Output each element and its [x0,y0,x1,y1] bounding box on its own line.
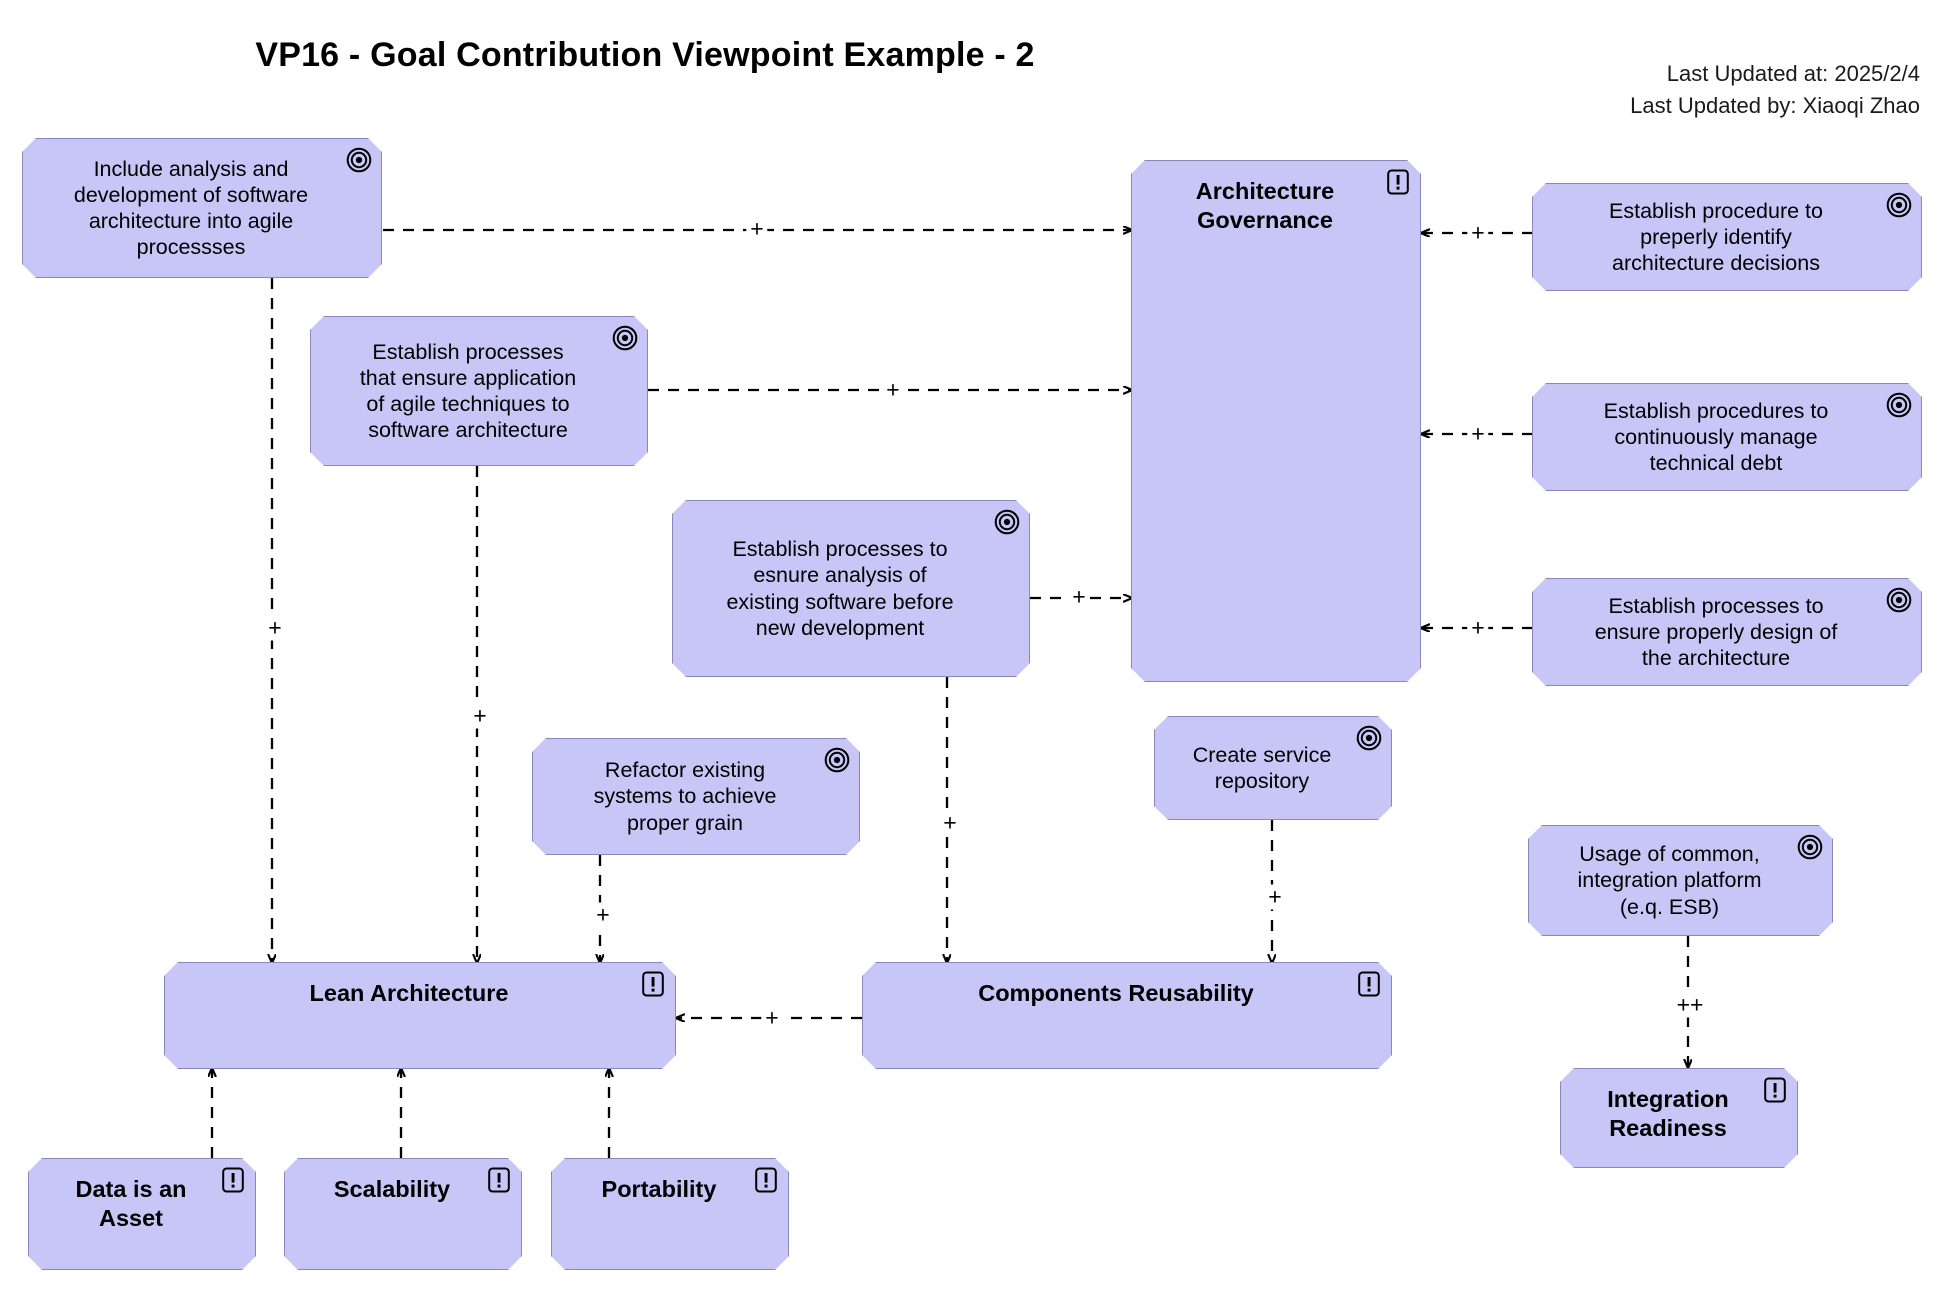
node-label: Refactor existing systems to achieve pro… [593,758,777,835]
node-components-reusability[interactable]: Components Reusability [862,962,1392,1069]
connector-label-c11: + [1264,884,1286,910]
node-usage-common-platform[interactable]: Usage of common, integration platform (e… [1528,825,1833,936]
node-establish-analysis-existing[interactable]: Establish processes to esnure analysis o… [672,500,1030,677]
principle-icon [1356,971,1382,997]
goal-icon [824,747,850,773]
node-lean-architecture[interactable]: Lean Architecture [164,962,676,1069]
connector-label-c9: + [592,902,614,928]
last-updated-by: Last Updated by: Xiaoqi Zhao [1630,92,1920,118]
diagram-canvas: VP16 - Goal Contribution Viewpoint Examp… [0,0,1946,1302]
node-label: Scalability [333,1176,451,1202]
goal-icon [1356,725,1382,751]
principle-icon [220,1167,246,1193]
node-scalability[interactable]: Scalability [284,1158,522,1270]
node-include-analysis[interactable]: Include analysis and development of soft… [22,138,382,278]
goal-icon [346,147,372,173]
node-manage-technical-debt[interactable]: Establish procedures to continuously man… [1532,383,1922,491]
connector-label-c6: + [1467,615,1489,641]
page-title: VP16 - Goal Contribution Viewpoint Examp… [255,36,1035,74]
principle-icon [1385,169,1411,195]
goal-icon [1886,587,1912,613]
node-label: Establish processes that ensure applicat… [359,339,577,443]
connector-label-c4: + [1467,220,1489,246]
connector-label-c1: + [746,216,768,242]
node-create-service-repository[interactable]: Create service repository [1154,716,1392,820]
connector-label-c10: + [939,810,961,836]
connector-label-c7: + [264,615,286,641]
node-establish-identify-decisions[interactable]: Establish procedure to preperly identify… [1532,183,1922,291]
node-label: Include analysis and development of soft… [73,156,309,260]
principle-icon [486,1167,512,1193]
goal-icon [994,509,1020,535]
node-label: Create service repository [1192,742,1332,793]
node-label: Components Reusability [978,980,1254,1006]
goal-icon [1797,834,1823,860]
node-data-is-an-asset[interactable]: Data is an Asset [28,1158,256,1270]
connector-label-c5: + [1467,421,1489,447]
goal-icon [1886,192,1912,218]
node-integration-readiness[interactable]: Integration Readiness [1560,1068,1798,1168]
node-label: Establish procedure to preperly identify… [1609,198,1823,276]
node-label: Architecture Governance [1195,178,1335,233]
principle-icon [640,971,666,997]
connector-label-c13: ++ [1672,992,1708,1018]
node-establish-agile-processes[interactable]: Establish processes that ensure applicat… [310,316,648,466]
node-architecture-governance[interactable]: Architecture Governance [1131,160,1421,682]
node-label: Lean Architecture [309,980,509,1006]
node-portability[interactable]: Portability [551,1158,789,1270]
diagram-metadata: Last Updated at: 2025/2/4 Last Updated b… [1630,58,1920,122]
goal-icon [1886,392,1912,418]
node-label: Establish processes to esnure analysis o… [726,537,954,640]
goal-icon [612,325,638,351]
connector-label-c8: + [469,703,491,729]
node-label: Establish procedures to continuously man… [1603,398,1829,476]
connector-label-c2: + [882,377,904,403]
node-label: Establish processes to ensure properly d… [1594,593,1838,671]
connector-label-c12: + [761,1005,783,1031]
principle-icon [1762,1077,1788,1103]
node-refactor-existing[interactable]: Refactor existing systems to achieve pro… [532,738,860,855]
node-label: Data is an Asset [75,1176,187,1231]
node-label: Portability [601,1176,717,1202]
principle-icon [753,1167,779,1193]
node-label: Usage of common, integration platform (e… [1577,842,1762,919]
node-label: Integration Readiness [1607,1086,1729,1141]
connector-label-c3: + [1068,584,1090,610]
last-updated-at: Last Updated at: 2025/2/4 [1666,61,1920,86]
node-ensure-proper-design[interactable]: Establish processes to ensure properly d… [1532,578,1922,686]
